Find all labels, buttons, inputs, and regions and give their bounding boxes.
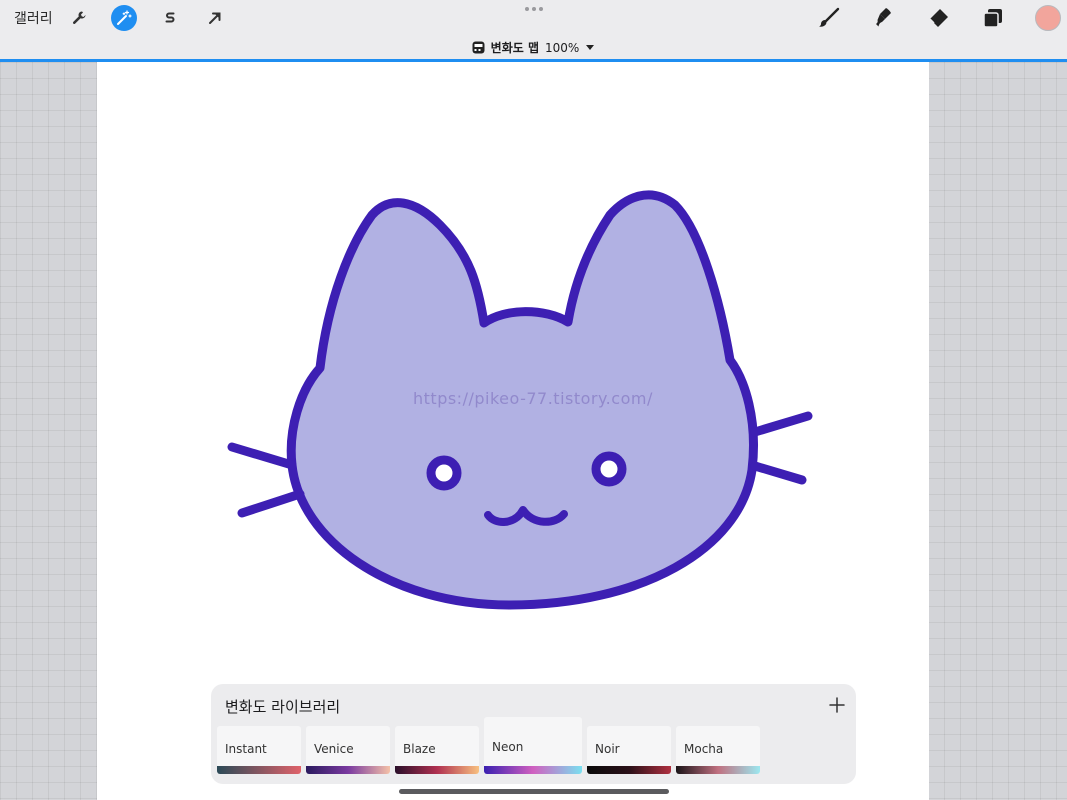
mode-percent: 100% [545, 40, 580, 55]
gradient-preset-blaze[interactable]: Blaze [395, 726, 479, 774]
gradient-preview-strip [587, 766, 671, 774]
smudge-tool-button[interactable] [869, 4, 897, 32]
gradient-preset-mocha[interactable]: Mocha [676, 726, 760, 774]
right-eye [591, 451, 627, 487]
gradient-map-icon [472, 41, 485, 54]
transform-button[interactable] [202, 5, 228, 31]
gradient-preview-strip [306, 766, 390, 774]
right-whisker-top [750, 411, 813, 437]
gradient-preview-strip [484, 766, 582, 774]
watermark-text: https://pikeo-77.tistory.com/ [413, 389, 653, 408]
color-swatch-button[interactable] [1035, 5, 1061, 31]
gradient-preset-label: Mocha [684, 742, 724, 756]
gradient-preview-strip [217, 766, 301, 774]
mode-label[interactable]: 변화도 맵 100% [0, 39, 1067, 56]
gradient-preset-instant[interactable]: Instant [217, 726, 301, 774]
selection-button[interactable] [157, 5, 183, 31]
gradient-preset-noir[interactable]: Noir [587, 726, 671, 774]
left-whisker-top [227, 442, 297, 470]
gradient-preset-label: Blaze [403, 742, 436, 756]
gradient-library-panel: 변화도 라이브러리 Instant Venice Blaze Neon Noir Moch… [211, 684, 856, 784]
gradient-preset-label: Noir [595, 742, 620, 756]
home-indicator[interactable] [399, 789, 669, 794]
adjustments-button[interactable] [111, 5, 137, 31]
gradient-preset-neon[interactable]: Neon [484, 717, 582, 774]
layers-icon [983, 9, 1002, 28]
gradient-preset-label: Venice [314, 742, 354, 756]
eraser-icon [929, 9, 948, 27]
layers-button[interactable] [979, 4, 1007, 32]
mode-name: 변화도 맵 [490, 41, 540, 55]
chevron-down-icon [586, 44, 595, 50]
gradient-preview-strip [395, 766, 479, 774]
brush-icon [819, 7, 840, 27]
eraser-tool-button[interactable] [924, 4, 952, 32]
left-eye [426, 455, 462, 491]
wrench-icon [72, 11, 86, 25]
selection-s-icon [165, 12, 175, 23]
left-whisker-bottom [237, 489, 305, 518]
top-toolbar: 갤러리 [0, 0, 1067, 36]
gradient-preset-label: Neon [492, 740, 524, 754]
brush-tool-button[interactable] [815, 4, 843, 32]
right-whisker-bottom [750, 461, 807, 485]
library-title: 변화도 라이브러리 [225, 698, 341, 716]
smudge-icon [876, 8, 891, 27]
gallery-button[interactable]: 갤러리 [14, 8, 53, 28]
arrow-cursor-icon [209, 12, 221, 24]
gradient-preview-strip [676, 766, 760, 774]
actions-button[interactable] [66, 5, 92, 31]
gradient-preset-venice[interactable]: Venice [306, 726, 390, 774]
magic-wand-icon [117, 10, 132, 25]
mode-bar: 변화도 맵 100% [0, 36, 1067, 62]
top-grabber[interactable] [525, 7, 543, 11]
plus-icon [829, 697, 845, 713]
add-gradient-button[interactable] [826, 694, 848, 716]
gradient-preset-label: Instant [225, 742, 267, 756]
